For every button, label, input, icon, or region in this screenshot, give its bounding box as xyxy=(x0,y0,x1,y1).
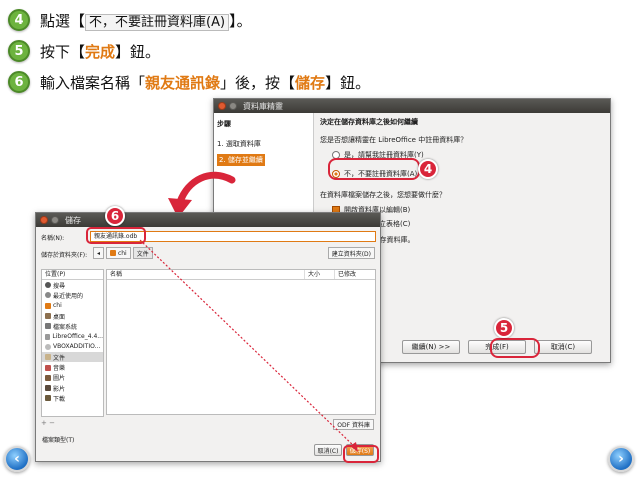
dotted-connector xyxy=(139,239,358,452)
next-page-button[interactable]: › xyxy=(608,446,634,472)
prev-page-button[interactable]: ‹ xyxy=(4,446,30,472)
